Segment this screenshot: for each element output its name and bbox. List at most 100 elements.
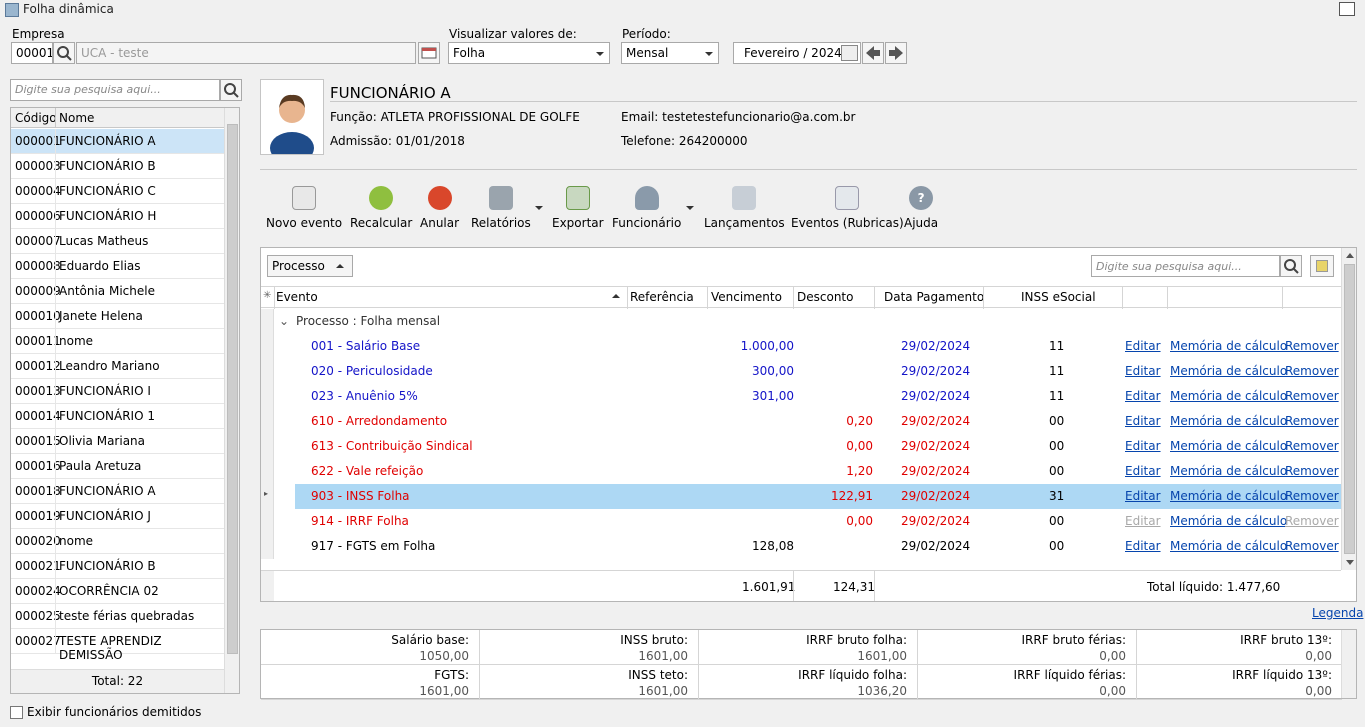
event-row[interactable]: 914 - IRRF Folha 0,00 29/02/2024 00 Editar Me… [261,509,1341,534]
employee-row[interactable]: 000011 nome [11,329,224,354]
calendar-icon[interactable] [841,45,858,61]
employee-row[interactable]: 000027 TESTE APRENDIZ DEMISSÃO [11,629,224,662]
event-row[interactable]: 917 - FGTS em Folha 128,08 29/02/2024 00 Edi… [261,534,1341,559]
event-row[interactable]: 001 - Salário Base 1.000,00 29/02/2024 11 Ed… [261,334,1341,359]
periodo-select[interactable]: Mensal [621,42,719,64]
remove-link[interactable]: Remover [1285,539,1339,553]
edit-link[interactable]: Editar [1125,364,1161,378]
remove-link[interactable]: Remover [1285,364,1339,378]
edit-link[interactable]: Editar [1125,414,1161,428]
edit-link[interactable]: Editar [1125,514,1161,528]
edit-link[interactable]: Editar [1125,539,1161,553]
column-nome[interactable]: Nome [59,111,94,125]
edit-link[interactable]: Editar [1125,489,1161,503]
edit-link[interactable]: Editar [1125,439,1161,453]
employee-row[interactable]: 000009 Antônia Michele [11,279,224,304]
remove-link[interactable]: Remover [1285,514,1339,528]
ajuda-button[interactable]: ? Ajuda [904,186,938,230]
group-by-button[interactable]: Processo [267,255,353,277]
funcionario-button[interactable]: Funcionário [612,186,681,230]
funcionario-dropdown-icon[interactable] [686,206,694,210]
exportar-button[interactable]: Exportar [552,186,604,230]
column-vencimento[interactable]: Vencimento [711,290,782,304]
employee-row[interactable]: 000014 FUNCIONÁRIO 1 [11,404,224,429]
remove-link[interactable]: Remover [1285,439,1339,453]
empresa-code-input[interactable]: 00001 [11,42,53,64]
remove-link[interactable]: Remover [1285,389,1339,403]
memoria-calculo-link[interactable]: Memória de cálculo [1170,464,1287,478]
recalcular-button[interactable]: Recalcular [350,186,412,230]
visualizar-select[interactable]: Folha [448,42,610,64]
employee-row[interactable]: 000016 Paula Aretuza [11,454,224,479]
remove-link[interactable]: Remover [1285,339,1339,353]
lancamentos-button[interactable]: Lançamentos [704,186,785,230]
employee-row[interactable]: 000010 Janete Helena [11,304,224,329]
edit-link[interactable]: Editar [1125,389,1161,403]
event-row[interactable]: 023 - Anuênio 5% 301,00 29/02/2024 11 Editar… [261,384,1341,409]
relatorios-dropdown-icon[interactable] [535,206,543,210]
sidebar-search-button[interactable] [220,79,242,101]
employee-row[interactable]: 000019 FUNCIONÁRIO J [11,504,224,529]
employee-row[interactable]: 000003 FUNCIONÁRIO B [11,154,224,179]
scroll-down-icon[interactable] [1346,560,1354,565]
collapse-chevron-icon[interactable]: ⌄ [279,314,289,328]
column-data-pagamento[interactable]: Data Pagamento [884,290,984,304]
column-inss-esocial[interactable]: INSS eSocial [1021,290,1096,304]
employee-row[interactable]: 000018 FUNCIONÁRIO A [11,479,224,504]
employee-row[interactable]: 000008 Eduardo Elias [11,254,224,279]
memoria-calculo-link[interactable]: Memória de cálculo [1170,489,1287,503]
previous-period-button[interactable] [862,42,884,64]
employee-row[interactable]: 000020 nome [11,529,224,554]
memoria-calculo-link[interactable]: Memória de cálculo [1170,414,1287,428]
remove-link[interactable]: Remover [1285,489,1339,503]
memoria-calculo-link[interactable]: Memória de cálculo [1170,439,1287,453]
employee-row[interactable]: 000007 Lucas Matheus [11,229,224,254]
event-row[interactable]: 020 - Periculosidade 300,00 29/02/2024 11 Ed… [261,359,1341,384]
eventos-rubricas-button[interactable]: Eventos (Rubricas) [791,186,904,230]
event-row[interactable]: 613 - Contribuição Sindical 0,00 29/02/202… [261,434,1341,459]
memoria-calculo-link[interactable]: Memória de cálculo [1170,339,1287,353]
employee-row[interactable]: 000004 FUNCIONÁRIO C [11,179,224,204]
grid-scrollbar[interactable] [1341,248,1356,570]
relatorios-button[interactable]: Relatórios [471,186,531,230]
edit-link[interactable]: Editar [1125,339,1161,353]
event-row[interactable]: 610 - Arredondamento 0,20 29/02/2024 00 Edit… [261,409,1341,434]
column-evento[interactable]: Evento [276,290,318,304]
sidebar-search-input[interactable]: Digite sua pesquisa aqui... [10,79,220,101]
restore-window-icon[interactable] [1339,2,1355,16]
remove-link[interactable]: Remover [1285,464,1339,478]
novo-evento-button[interactable]: Novo evento [266,186,342,230]
employee-row[interactable]: 000012 Leandro Mariano [11,354,224,379]
employee-row[interactable]: 000015 Olivia Mariana [11,429,224,454]
show-dismissed-checkbox[interactable] [10,706,23,719]
empresa-details-button[interactable] [418,42,440,64]
column-desconto[interactable]: Desconto [797,290,853,304]
employee-row[interactable]: 000013 FUNCIONÁRIO I [11,379,224,404]
scrollbar-thumb[interactable] [1344,264,1355,554]
edit-link[interactable]: Editar [1125,464,1161,478]
memoria-calculo-link[interactable]: Memória de cálculo [1170,539,1287,553]
memoria-calculo-link[interactable]: Memória de cálculo [1170,514,1287,528]
next-period-button[interactable] [885,42,907,64]
employee-row[interactable]: 000025 teste férias quebradas [11,604,224,629]
memoria-calculo-link[interactable]: Memória de cálculo [1170,364,1287,378]
scrollbar-thumb[interactable] [227,124,238,654]
employee-row[interactable]: 000021 FUNCIONÁRIO B [11,554,224,579]
grid-search-input[interactable]: Digite sua pesquisa aqui... [1091,255,1280,277]
memoria-calculo-link[interactable]: Memória de cálculo [1170,389,1287,403]
event-row[interactable]: ▸ 903 - INSS Folha 122,91 29/02/2024 31 Edita… [261,484,1341,509]
column-referencia[interactable]: Referência [630,290,694,304]
legenda-link[interactable]: Legenda [1312,606,1363,620]
scroll-up-icon[interactable] [1346,253,1354,258]
group-row[interactable]: ⌄ Processo : Folha mensal [261,309,1341,334]
employee-row[interactable]: 000006 FUNCIONÁRIO H [11,204,224,229]
grid-search-button[interactable] [1280,255,1302,277]
column-codigo[interactable]: Código [15,111,57,125]
employee-row[interactable]: 000001 FUNCIONÁRIO A [11,129,224,154]
anular-button[interactable]: Anular [420,186,459,230]
summary-scrollbar[interactable] [1341,630,1356,698]
employee-list-scrollbar[interactable] [224,108,239,693]
grid-options-button[interactable] [1310,255,1334,277]
event-row[interactable]: 622 - Vale refeição 1,20 29/02/2024 00 Edita… [261,459,1341,484]
employee-row[interactable]: 000024 OCORRÊNCIA 02 [11,579,224,604]
